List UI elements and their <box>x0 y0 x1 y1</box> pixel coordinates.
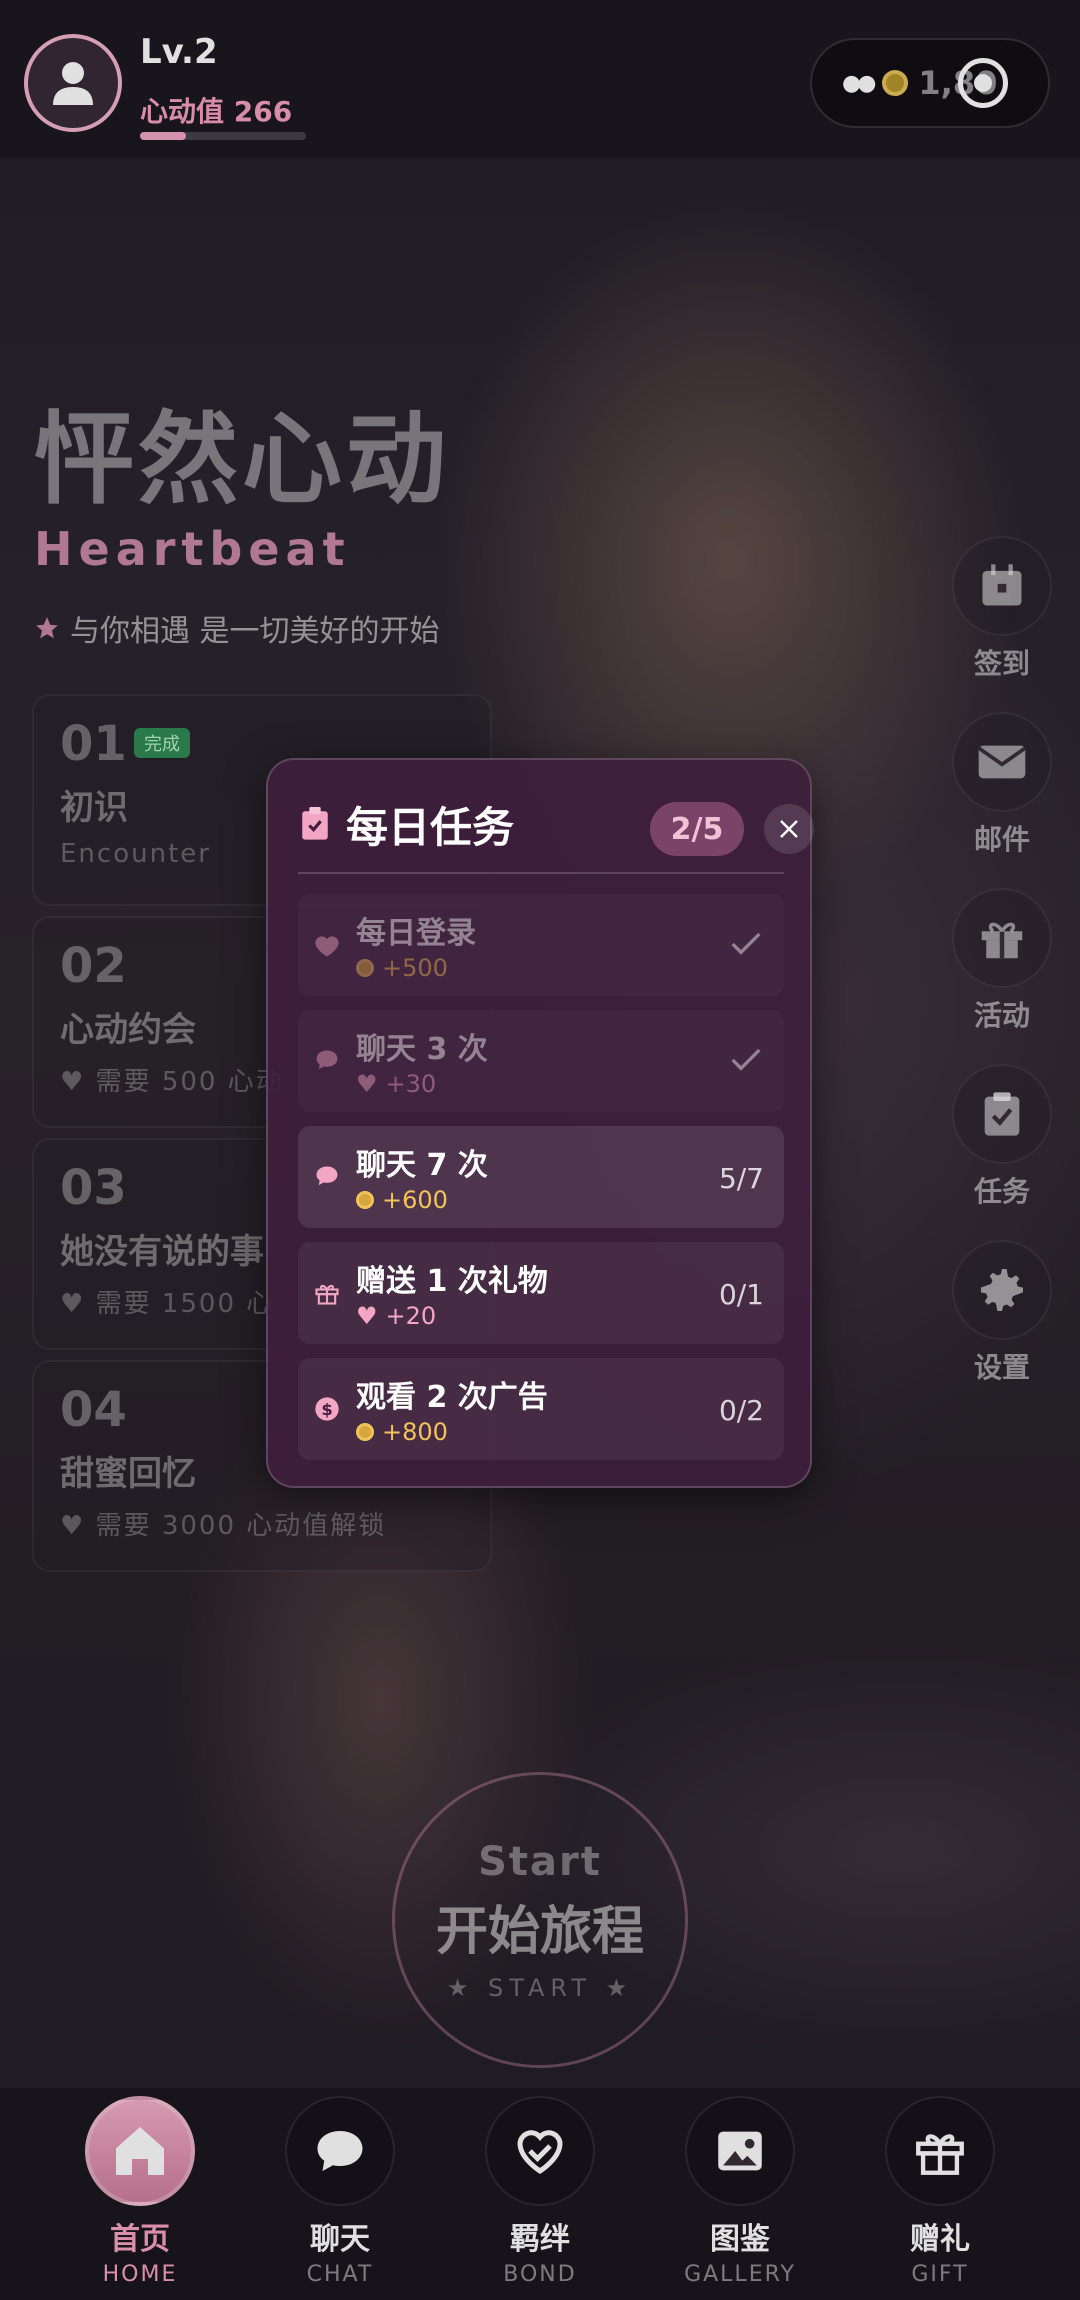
clipboard-icon <box>302 807 328 840</box>
reward-amount: +30 <box>385 1070 437 1098</box>
task-row[interactable]: $ 观看 2 次广告 +800 0/2 <box>298 1358 784 1460</box>
reward-amount: +500 <box>382 954 448 982</box>
check-icon <box>731 932 761 955</box>
dollar-icon: $ <box>315 1397 339 1421</box>
task-name: 每日登录 <box>356 916 476 951</box>
task-name: 观看 2 次广告 <box>356 1380 548 1415</box>
reward-amount: +20 <box>385 1302 437 1330</box>
check-icon <box>731 1048 761 1071</box>
task-row[interactable]: 聊天 7 次 +600 5/7 <box>298 1126 784 1228</box>
svg-text:$: $ <box>321 1400 332 1419</box>
task-count-badge: 2/5 <box>650 802 744 856</box>
heart-icon: ♥ <box>356 1070 378 1098</box>
close-icon <box>780 820 798 838</box>
coin-icon <box>356 959 374 977</box>
task-name: 赠送 1 次礼物 <box>356 1264 548 1299</box>
close-button[interactable] <box>764 804 814 854</box>
task-name: 聊天 7 次 <box>356 1148 488 1183</box>
task-progress: 0/2 <box>718 1394 764 1427</box>
task-reward: ♥ +20 <box>356 1302 436 1330</box>
task-reward: +500 <box>356 954 448 982</box>
reward-amount: +800 <box>382 1418 448 1446</box>
task-reward: +800 <box>356 1418 448 1446</box>
chat-icon <box>316 1050 338 1070</box>
modal-header: 每日任务 2/5 <box>298 788 814 860</box>
task-progress: 0/1 <box>718 1278 764 1311</box>
gift-icon <box>315 1284 339 1305</box>
task-row[interactable]: 聊天 3 次 ♥ +30 <box>298 1010 784 1112</box>
reward-amount: +600 <box>382 1186 448 1214</box>
heart-icon: ♥ <box>356 1302 378 1330</box>
heart-icon <box>315 936 339 957</box>
task-row[interactable]: 赠送 1 次礼物 ♥ +20 0/1 <box>298 1242 784 1344</box>
divider <box>298 872 784 874</box>
task-progress: 5/7 <box>718 1162 764 1195</box>
daily-tasks-modal: 每日任务 2/5 每日登录 +500 聊天 3 次 ♥ +30 聊天 7 次 +6… <box>266 758 814 1488</box>
coin-icon <box>356 1423 374 1441</box>
task-reward: ♥ +30 <box>356 1070 436 1098</box>
task-name: 聊天 3 次 <box>356 1032 488 1067</box>
task-row[interactable]: 每日登录 +500 <box>298 894 784 996</box>
modal-title: 每日任务 <box>346 802 515 852</box>
chat-icon <box>316 1166 338 1186</box>
task-reward: +600 <box>356 1186 448 1214</box>
coin-icon <box>356 1191 374 1209</box>
